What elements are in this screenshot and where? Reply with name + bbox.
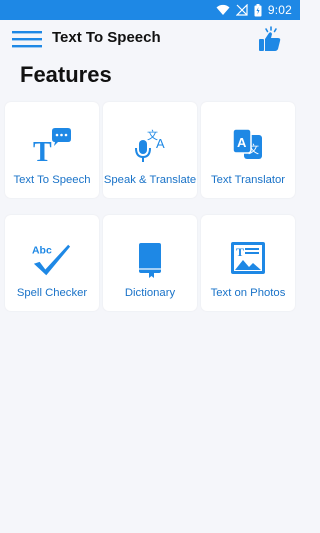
- svg-text:Abc: Abc: [32, 245, 52, 256]
- hamburger-menu-icon: [12, 31, 42, 48]
- feature-card-text-to-speech[interactable]: T Text To Speech: [5, 102, 99, 198]
- no-sim-icon: [235, 4, 248, 16]
- feature-label: Spell Checker: [16, 287, 88, 299]
- status-time: 9:02: [267, 3, 292, 17]
- feature-label: Dictionary: [124, 287, 176, 299]
- app-title: Text To Speech: [52, 29, 161, 46]
- feature-label: Text on Photos: [210, 287, 286, 299]
- mic-translate-icon: 文 A: [130, 126, 170, 166]
- feature-label: Text Translator: [210, 174, 286, 186]
- photo-text-icon: T: [228, 239, 268, 279]
- feature-card-speak-translate[interactable]: 文 A Speak & Translate: [103, 102, 197, 198]
- svg-text:T: T: [33, 137, 52, 164]
- rate-app-button[interactable]: [256, 26, 284, 54]
- svg-text:A: A: [156, 136, 165, 151]
- book-icon: [130, 239, 170, 279]
- status-bar: 9:02: [0, 0, 300, 20]
- feature-label: Speak & Translate: [103, 174, 197, 186]
- wifi-icon: [216, 4, 230, 16]
- feature-card-text-translator[interactable]: 文 A Text Translator: [201, 102, 295, 198]
- feature-label: Text To Speech: [13, 174, 91, 186]
- spell-check-icon: Abc: [32, 239, 72, 279]
- features-heading: Features: [20, 62, 112, 87]
- thumbs-up-icon: [259, 26, 281, 51]
- app-bar: Text To Speech: [0, 20, 300, 58]
- text-speech-icon: T: [32, 126, 72, 166]
- feature-card-spell-checker[interactable]: Abc Spell Checker: [5, 215, 99, 311]
- feature-card-text-on-photos[interactable]: T Text on Photos: [201, 215, 295, 311]
- battery-charging-icon: [254, 3, 262, 17]
- menu-button[interactable]: [12, 28, 42, 50]
- translator-icon: 文 A: [228, 126, 268, 166]
- svg-text:T: T: [236, 245, 244, 259]
- features-grid: T Text To Speech 文 A Speak & Translate 文: [5, 102, 296, 311]
- feature-card-dictionary[interactable]: Dictionary: [103, 215, 197, 311]
- svg-text:A: A: [237, 135, 247, 150]
